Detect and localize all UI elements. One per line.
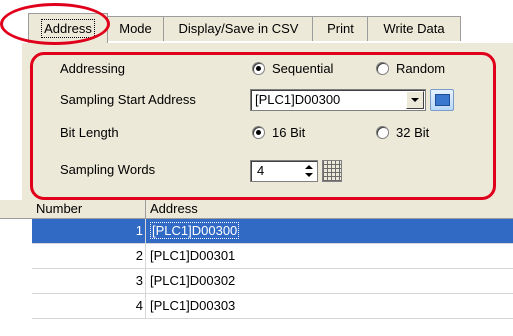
stepper-arrows-icon[interactable] — [303, 163, 315, 179]
radio-16-bit[interactable] — [252, 126, 265, 139]
tab-write-data-label: Write Data — [383, 21, 445, 36]
sampling-words-value: 4 — [257, 163, 265, 178]
tab-address[interactable]: Address — [28, 13, 108, 43]
row-number: 2 — [32, 244, 146, 268]
column-header-address[interactable]: Address — [146, 200, 513, 218]
table-row[interactable]: 3 [PLC1]D00302 — [32, 269, 513, 294]
radio-random[interactable] — [376, 62, 389, 75]
bit-length-label: Bit Length — [60, 125, 119, 140]
row-address-cell: [PLC1]D00300 — [146, 219, 513, 243]
row-number: 3 — [32, 269, 146, 293]
tab-mode[interactable]: Mode — [106, 16, 165, 41]
tab-print[interactable]: Print — [312, 16, 369, 41]
addressing-label: Addressing — [60, 61, 126, 76]
sampling-words-stepper[interactable]: 4 — [250, 160, 318, 182]
radio-random-label[interactable]: Random — [396, 61, 445, 76]
chevron-down-icon[interactable] — [406, 91, 424, 109]
radio-32-bit-label[interactable]: 32 Bit — [396, 125, 429, 140]
address-browse-screen — [435, 94, 450, 106]
tab-print-label: Print — [327, 21, 354, 36]
address-table: Number Address 1 [PLC1]D00300 2 [PLC1]D0… — [0, 200, 513, 336]
column-header-number[interactable]: Number — [32, 200, 146, 218]
row-address: [PLC1]D00300 — [150, 222, 240, 239]
row-address: [PLC1]D00302 — [150, 273, 236, 288]
row-address: [PLC1]D00303 — [150, 298, 236, 313]
tab-address-label: Address — [41, 19, 95, 38]
row-number: 1 — [32, 219, 146, 243]
tab-write-data[interactable]: Write Data — [367, 16, 461, 41]
row-number: 4 — [32, 294, 146, 318]
table-row[interactable]: 1 [PLC1]D00300 — [32, 219, 513, 244]
radio-selected-dot — [256, 66, 261, 71]
tab-display-save-csv-label: Display/Save in CSV — [178, 21, 299, 36]
row-address: [PLC1]D00301 — [150, 248, 236, 263]
tab-display-save-csv[interactable]: Display/Save in CSV — [163, 16, 314, 41]
table-row[interactable]: 4 [PLC1]D00303 — [32, 294, 513, 319]
tab-strip: Address Mode Display/Save in CSV Print W… — [0, 0, 513, 44]
start-address-combo[interactable]: [PLC1]D00300 — [250, 89, 426, 111]
stepper-up-icon[interactable] — [305, 165, 313, 169]
start-address-label: Sampling Start Address — [60, 92, 196, 107]
radio-16-bit-label[interactable]: 16 Bit — [272, 125, 305, 140]
sampling-words-label: Sampling Words — [60, 162, 156, 177]
table-header: Number Address — [0, 200, 513, 219]
stepper-down-icon[interactable] — [305, 173, 313, 177]
tab-mode-label: Mode — [119, 21, 152, 36]
radio-sequential-label[interactable]: Sequential — [272, 61, 333, 76]
radio-selected-dot — [256, 130, 261, 135]
radio-32-bit[interactable] — [376, 126, 389, 139]
address-browse-icon[interactable] — [430, 89, 454, 111]
start-address-value: [PLC1]D00300 — [255, 92, 341, 107]
table-row[interactable]: 2 [PLC1]D00301 — [32, 244, 513, 269]
keypad-icon[interactable] — [322, 160, 342, 182]
radio-sequential[interactable] — [252, 62, 265, 75]
